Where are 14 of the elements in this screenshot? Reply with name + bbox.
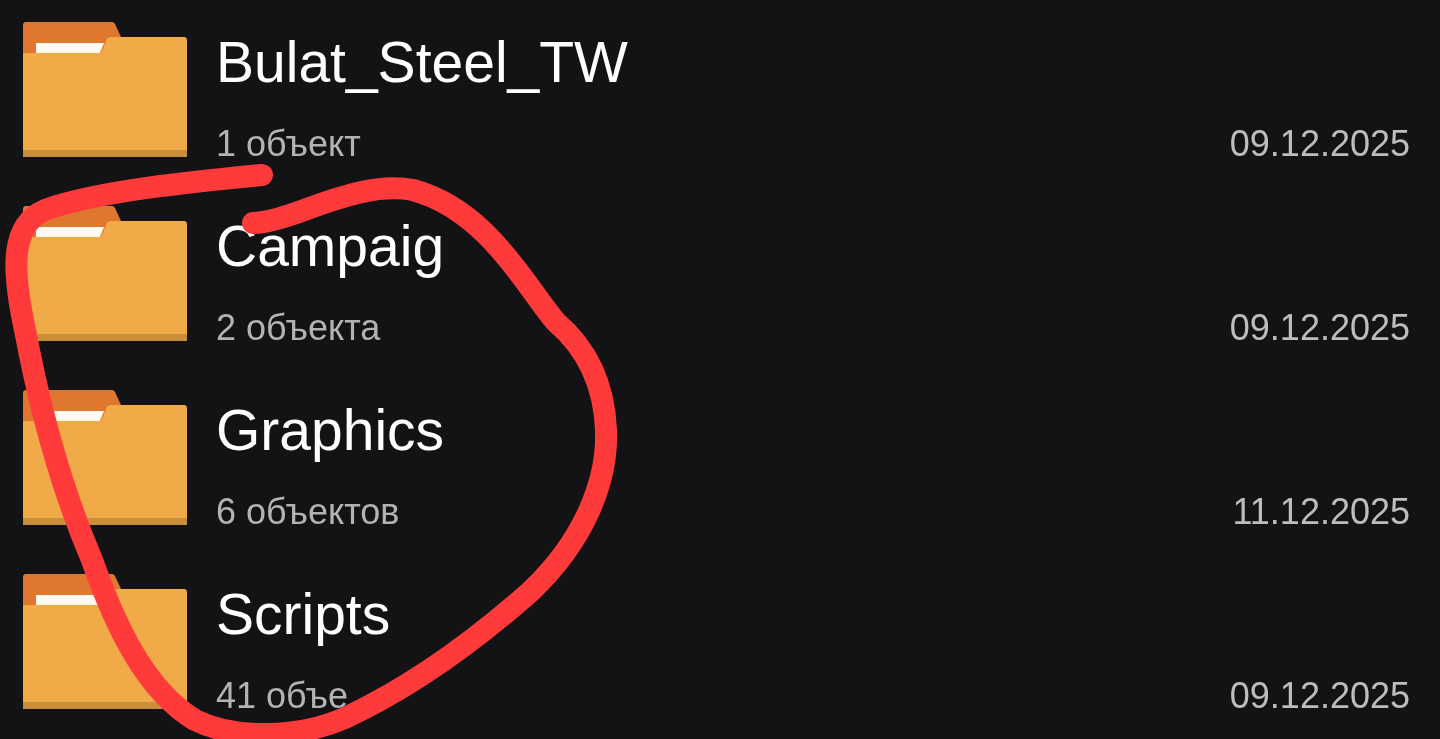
modified-date: 09.12.2025 (1229, 675, 1410, 717)
item-count: 6 объектов (216, 491, 400, 533)
folder-name[interactable]: Scripts (216, 581, 391, 647)
item-count: 41 объе (216, 675, 348, 717)
folder-icon (23, 206, 187, 341)
item-count: 1 объект (216, 123, 361, 165)
folder-name[interactable]: Graphics (216, 397, 445, 463)
folder-icon (23, 22, 187, 157)
folder-name[interactable]: Bulat_Steel_TW (216, 29, 628, 95)
folder-name[interactable]: Campaig (216, 213, 445, 279)
modified-date: 11.12.2025 (1232, 491, 1410, 533)
item-count: 2 объекта (216, 307, 381, 349)
modified-date: 09.12.2025 (1229, 123, 1410, 165)
modified-date: 09.12.2025 (1229, 307, 1410, 349)
